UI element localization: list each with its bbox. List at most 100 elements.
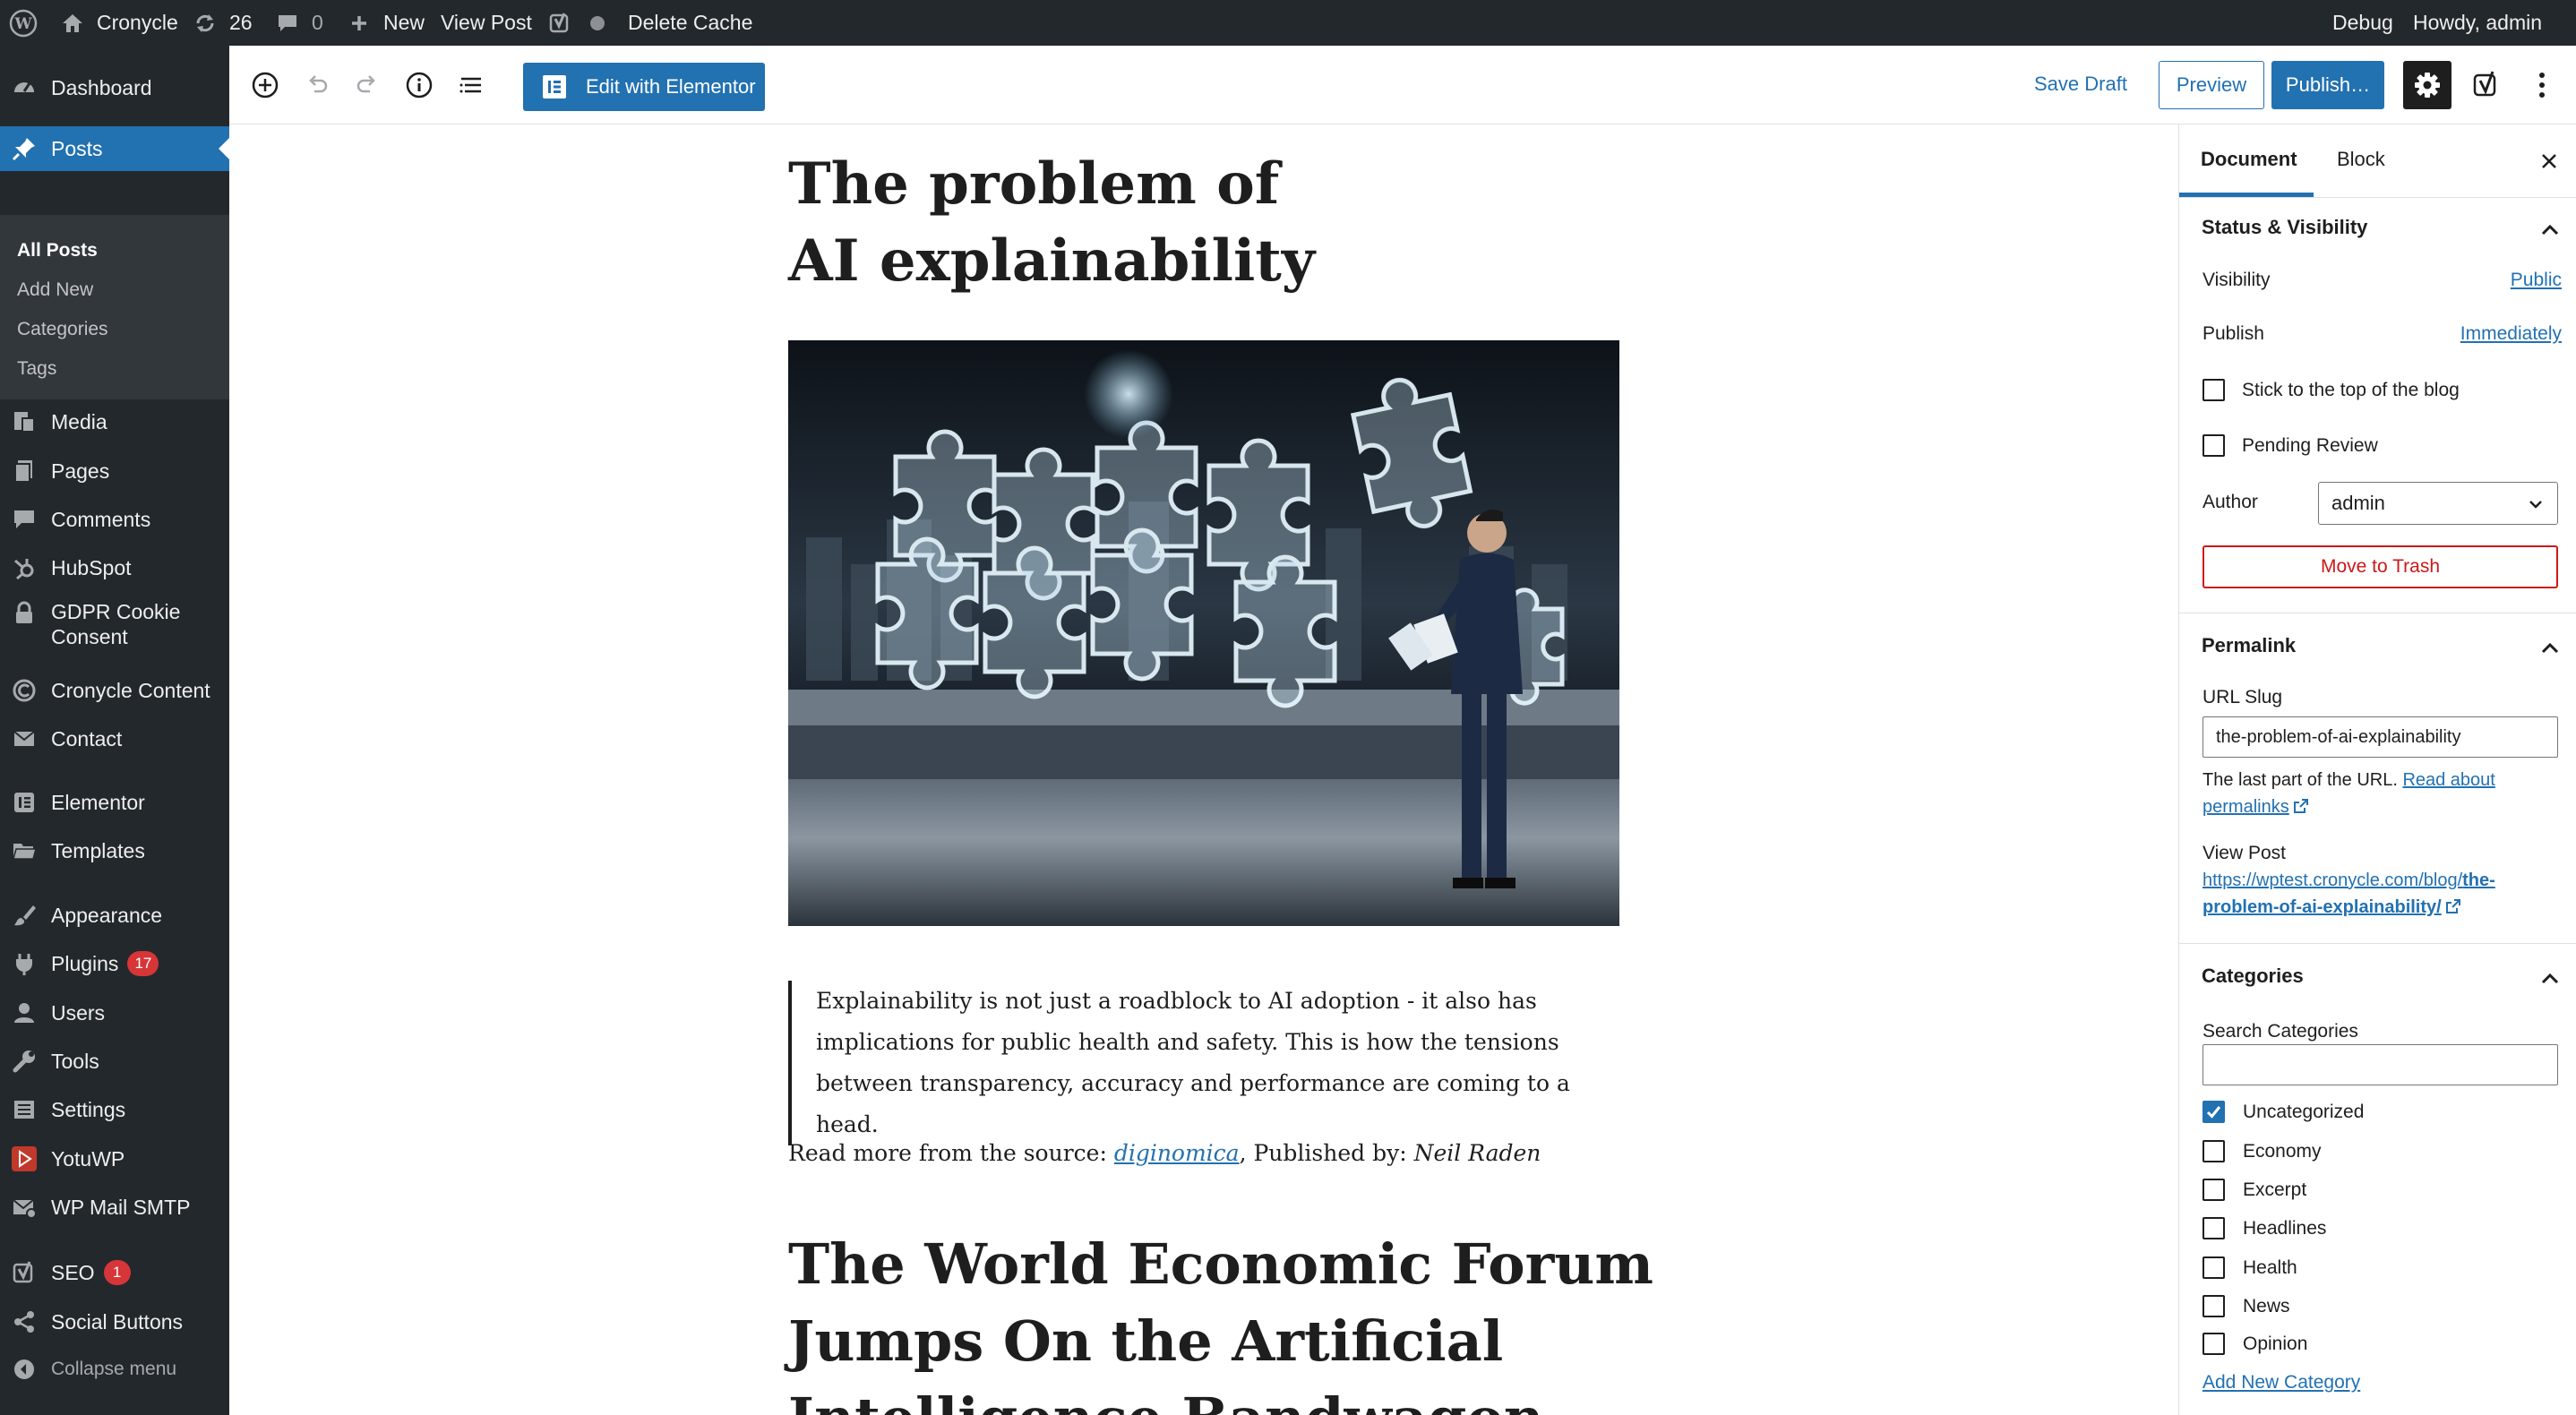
category-checkbox-opinion[interactable]	[2202, 1333, 2225, 1355]
menu-item-yotuwp[interactable]: YotuWP	[0, 1136, 229, 1181]
visibility-toggle[interactable]: Public	[2511, 270, 2562, 291]
menu-label-seo: SEO	[51, 1260, 95, 1284]
search-categories-input[interactable]	[2202, 1044, 2558, 1085]
menu-item-gdpr-cookie-consent[interactable]: GDPR Cookie Consent	[0, 594, 229, 651]
close-icon[interactable]	[2536, 148, 2563, 175]
menu-item-dashboard[interactable]: Dashboard	[0, 65, 229, 110]
chevron-up-icon	[2541, 642, 2559, 654]
menu-item-posts[interactable]: Posts	[0, 126, 229, 171]
category-label: Excerpt	[2243, 1179, 2307, 1200]
save-draft-button[interactable]: Save Draft	[2034, 73, 2127, 96]
seo-notification-badge: 1	[103, 1260, 131, 1285]
menu-item-templates[interactable]: Templates	[0, 828, 229, 873]
submenu-add-new[interactable]: Add New	[17, 279, 93, 301]
updates-link[interactable]: 26	[192, 0, 253, 46]
menu-item-appearance[interactable]: Appearance	[0, 893, 229, 938]
source-author: Neil Raden	[1413, 1140, 1541, 1166]
yoast-seo-panel-icon[interactable]	[2469, 67, 2504, 103]
menu-label-collapse: Collapse menu	[51, 1359, 177, 1379]
info-icon[interactable]	[401, 67, 437, 103]
move-to-trash-button[interactable]: Move to Trash	[2202, 545, 2558, 588]
delete-cache-link[interactable]: Delete Cache	[628, 0, 752, 46]
folder-icon	[11, 837, 38, 864]
tab-block[interactable]: Block	[2337, 148, 2385, 171]
tab-document[interactable]: Document	[2201, 148, 2297, 171]
view-post-label: View Post	[441, 11, 532, 34]
comments-link[interactable]: 0	[274, 0, 323, 46]
menu-item-pages[interactable]: Pages	[0, 449, 229, 493]
category-label: Economy	[2243, 1141, 2322, 1162]
redo-icon[interactable]	[349, 67, 385, 103]
post-url-prefix-link[interactable]: https://wptest.cronycle.com/blog/	[2202, 870, 2462, 890]
menu-item-media[interactable]: Media	[0, 399, 229, 444]
stick-to-top-checkbox[interactable]	[2202, 379, 2225, 401]
svg-text:W: W	[13, 15, 32, 33]
menu-item-hubspot[interactable]: HubSpot	[0, 545, 229, 590]
debug-label: Debug	[2332, 11, 2393, 34]
category-checkbox-uncategorized[interactable]	[2202, 1101, 2225, 1123]
author-selected-value: admin	[2331, 492, 2385, 514]
collapse-icon	[11, 1356, 38, 1383]
category-checkbox-economy[interactable]	[2202, 1140, 2225, 1162]
menu-item-wp-mail-smtp[interactable]: WP Mail SMTP	[0, 1185, 229, 1230]
new-content-link[interactable]: New	[346, 0, 425, 46]
pullquote-block[interactable]: Explainability is not just a roadblock t…	[788, 981, 1630, 1145]
menu-item-tools[interactable]: Tools	[0, 1039, 229, 1084]
collapse-menu-button[interactable]: Collapse menu	[0, 1347, 229, 1392]
publish-date-toggle[interactable]: Immediately	[2460, 323, 2562, 345]
new-label: New	[383, 11, 425, 34]
categories-heading: Categories	[2202, 965, 2304, 987]
undo-icon[interactable]	[299, 67, 335, 103]
menu-item-elementor[interactable]: Elementor	[0, 780, 229, 825]
post-subheading[interactable]: The World Economic Forum Jumps On the Ar…	[788, 1226, 1684, 1415]
submenu-all-posts[interactable]: All Posts	[17, 240, 98, 262]
pending-review-checkbox[interactable]	[2202, 434, 2225, 457]
add-new-category-link[interactable]: Add New Category	[2202, 1372, 2360, 1394]
url-slug-label: URL Slug	[2202, 687, 2283, 708]
menu-item-plugins[interactable]: Plugins 17	[0, 941, 229, 986]
menu-item-seo[interactable]: SEO 1	[0, 1250, 229, 1295]
category-checkbox-headlines[interactable]	[2202, 1217, 2225, 1239]
menu-item-social-buttons[interactable]: Social Buttons	[0, 1299, 229, 1344]
publish-button[interactable]: Publish…	[2271, 61, 2384, 109]
source-link[interactable]: diginomica	[1114, 1140, 1240, 1166]
wordpress-logo-icon[interactable]: W	[9, 0, 38, 46]
puzzle-businessman-image	[788, 340, 1619, 926]
menu-item-cronycle-content[interactable]: Cronycle Content	[0, 668, 229, 713]
menu-item-settings[interactable]: Settings	[0, 1087, 229, 1132]
cronycle-icon	[11, 677, 38, 704]
updates-icon	[192, 10, 219, 37]
site-name-link[interactable]: Cronycle	[59, 0, 178, 46]
user-icon	[11, 999, 38, 1026]
menu-item-users[interactable]: Users	[0, 990, 229, 1035]
active-tab-indicator	[2179, 193, 2314, 197]
preview-button[interactable]: Preview	[2159, 61, 2264, 109]
category-checkbox-excerpt[interactable]	[2202, 1179, 2225, 1201]
submenu-tags[interactable]: Tags	[17, 358, 56, 380]
menu-label-settings: Settings	[51, 1097, 126, 1121]
view-post-label: View Post	[2202, 843, 2286, 863]
permalink-help: The last part of the URL. Read about per…	[2202, 767, 2561, 820]
url-slug-input[interactable]: the-problem-of-ai-explainability	[2202, 716, 2558, 758]
settings-toggle-button[interactable]	[2403, 61, 2451, 109]
submenu-categories[interactable]: Categories	[17, 319, 108, 340]
author-select[interactable]: admin	[2318, 482, 2558, 525]
menu-item-contact[interactable]: Contact	[0, 716, 229, 761]
block-navigation-icon[interactable]	[453, 67, 489, 103]
more-options-icon[interactable]	[2524, 67, 2560, 103]
menu-item-comments[interactable]: Comments	[0, 497, 229, 542]
post-title[interactable]: The problem of AI explainability	[788, 146, 1361, 300]
yoast-menu[interactable]	[546, 0, 611, 46]
pages-icon	[11, 458, 38, 485]
featured-image-block[interactable]	[788, 340, 1619, 926]
source-paragraph[interactable]: Read more from the source: diginomica, P…	[788, 1140, 1541, 1166]
debug-link[interactable]: Debug	[2332, 0, 2393, 46]
elementor-icon	[543, 75, 566, 99]
account-link[interactable]: Howdy, admin	[2413, 0, 2542, 46]
category-checkbox-news[interactable]	[2202, 1295, 2225, 1317]
category-checkbox-health[interactable]	[2202, 1256, 2225, 1279]
settings-sidebar: Document Block Status & Visibility Visib…	[2178, 124, 2576, 1415]
edit-with-elementor-button[interactable]: Edit with Elementor	[523, 63, 765, 111]
view-post-link[interactable]: View Post	[441, 0, 532, 46]
add-block-icon[interactable]	[247, 67, 283, 103]
